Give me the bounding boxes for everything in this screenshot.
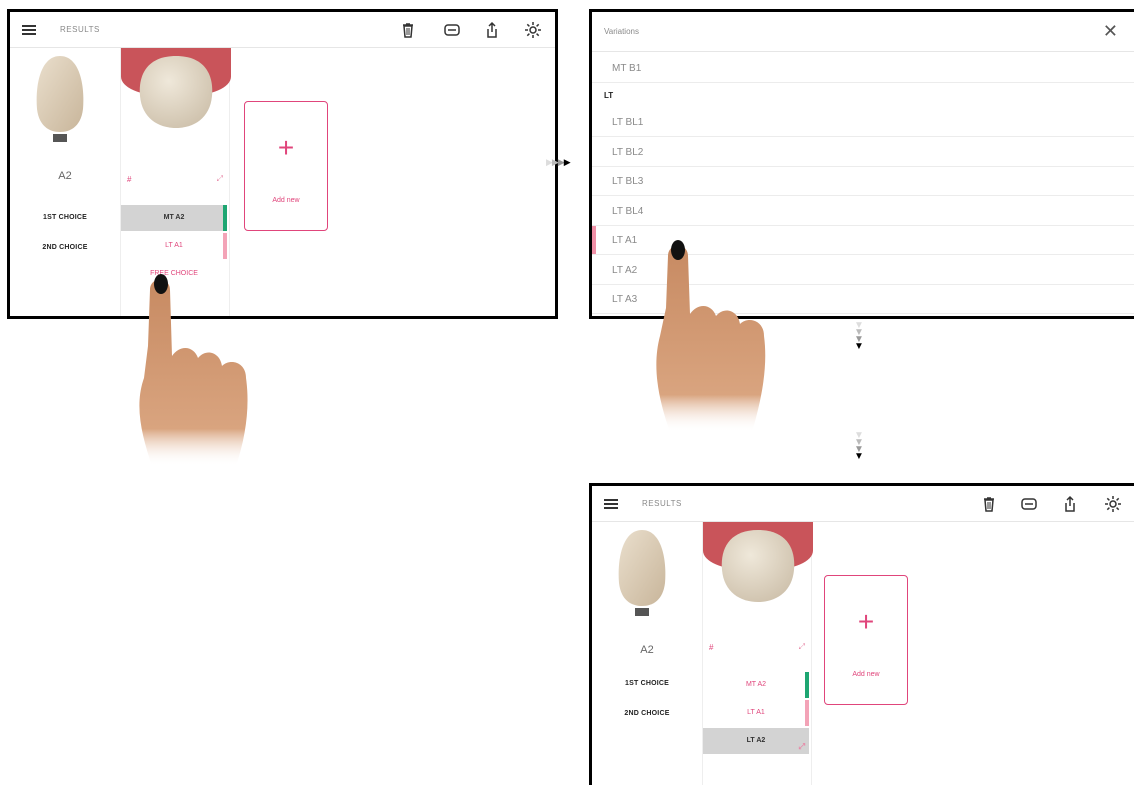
crown-image	[721, 530, 795, 602]
arrow-down-icon: ▼ ▼ ▼ ▼	[854, 320, 864, 352]
print-icon[interactable]	[1020, 495, 1038, 513]
variation-item[interactable]: LT BL1	[592, 108, 1134, 137]
hash-marker: #	[127, 175, 132, 184]
plus-icon: +	[277, 132, 295, 163]
add-new-card[interactable]: + Add new	[824, 575, 908, 705]
variation-item[interactable]: LT BL4	[592, 197, 1134, 226]
arrow-right-icon: ▶▶▶▶	[546, 157, 571, 167]
menu-icon[interactable]	[604, 499, 618, 509]
expand-icon[interactable]: ⤢	[799, 642, 805, 652]
status-bar-green	[805, 672, 809, 698]
top-bar: RESULTS	[592, 486, 1134, 522]
variation-item[interactable]: LT BL2	[592, 138, 1134, 167]
result-row-first-choice[interactable]: MT A2	[121, 205, 227, 231]
shade-name: A2	[58, 170, 72, 182]
status-bar-pink	[223, 233, 227, 259]
expand-icon[interactable]: ⤢	[217, 174, 223, 184]
variation-item[interactable]: LT BL3	[592, 167, 1134, 196]
result-row-second-choice[interactable]: LT A1	[703, 700, 809, 726]
page-title: RESULTS	[642, 499, 682, 508]
arrow-down-icon: ▼ ▼ ▼ ▼	[854, 430, 864, 462]
page-title: RESULTS	[60, 25, 100, 34]
first-choice-label: 1ST CHOICE	[624, 680, 669, 687]
share-icon[interactable]	[483, 21, 501, 39]
variations-title: Variations	[604, 27, 639, 36]
variations-header: Variations ✕	[592, 12, 1134, 52]
settings-icon[interactable]	[524, 21, 542, 39]
trash-icon[interactable]	[399, 21, 417, 39]
print-icon[interactable]	[443, 21, 461, 39]
variation-item[interactable]: MT B1	[592, 54, 1134, 83]
shade-column: A2 1ST CHOICE 2ND CHOICE	[592, 522, 702, 785]
top-bar: RESULTS	[10, 12, 555, 48]
result-row-second-choice[interactable]: LT A1	[121, 233, 227, 259]
add-new-label: Add new	[272, 197, 300, 204]
results-screen-after: RESULTS A2 1ST CHOICE 2ND CHOICE # ⤢ MT …	[589, 483, 1134, 785]
result-row-first-choice[interactable]: MT A2	[703, 672, 809, 698]
pointing-hand-image	[139, 274, 248, 466]
settings-icon[interactable]	[1104, 495, 1122, 513]
result-column: # ⤢ MT A2 LT A1 LT A2 ⤢	[702, 522, 813, 785]
menu-icon[interactable]	[22, 25, 36, 35]
second-choice-label: 2ND CHOICE	[624, 710, 670, 717]
variation-section-header: LT	[604, 91, 614, 100]
close-icon[interactable]: ✕	[1103, 21, 1118, 42]
trash-icon[interactable]	[980, 495, 998, 513]
first-choice-label: 1ST CHOICE	[42, 214, 87, 221]
plus-icon: +	[857, 606, 875, 637]
results-screen-before: RESULTS A2 1ST CHOICE 2ND CHOICE # ⤢ MT …	[7, 9, 558, 319]
add-new-card[interactable]: + Add new	[244, 101, 328, 231]
shade-tab-image	[36, 56, 84, 142]
second-choice-label: 2ND CHOICE	[42, 244, 88, 251]
shade-name: A2	[640, 644, 654, 656]
status-bar-green	[223, 205, 227, 231]
add-new-label: Add new	[852, 671, 880, 678]
crown-image	[139, 56, 213, 128]
shade-tab-image	[618, 530, 666, 616]
expand-icon[interactable]: ⤢	[799, 734, 805, 760]
share-icon[interactable]	[1061, 495, 1079, 513]
pointing-hand-image	[656, 240, 766, 432]
selection-marker	[592, 226, 596, 254]
status-bar-pink	[805, 700, 809, 726]
result-row-free-choice[interactable]: LT A2 ⤢	[703, 728, 809, 754]
shade-column: A2 1ST CHOICE 2ND CHOICE	[10, 48, 120, 316]
hash-marker: #	[709, 643, 714, 652]
